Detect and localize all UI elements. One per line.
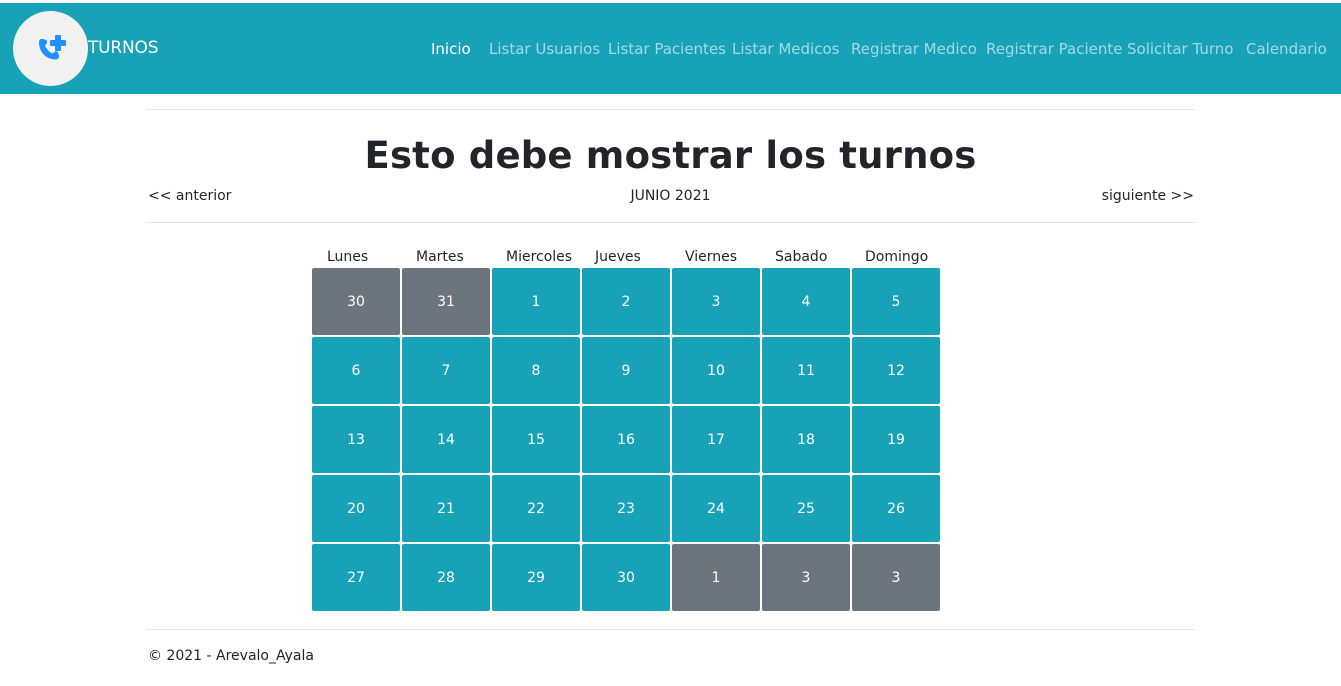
calendar-grid: 30 31 1 2 3 4 5 6 7 8 9 10 11 12 13 14 15 16 17 18 19 20 21 22 2… (312, 268, 940, 611)
nav-solicitar-turno[interactable]: Solicitar Turno (1127, 40, 1233, 58)
divider (146, 109, 1195, 110)
calendar-day-cell[interactable]: 22 (492, 475, 580, 542)
calendar-day-cell[interactable]: 9 (582, 337, 670, 404)
weekday-jueves: Jueves (595, 249, 641, 265)
weekday-lunes: Lunes (327, 249, 369, 265)
calendar-day-cell[interactable]: 16 (582, 406, 670, 473)
calendar-day-cell[interactable]: 8 (492, 337, 580, 404)
calendar-day-cell[interactable]: 11 (762, 337, 850, 404)
divider (146, 222, 1195, 223)
brand-title[interactable]: TURNOS (88, 38, 159, 58)
navbar: TURNOS Inicio Listar Usuarios Listar Pac… (0, 3, 1341, 94)
phone-medical-icon (39, 35, 66, 60)
calendar-day-cell[interactable]: 17 (672, 406, 760, 473)
nav-calendario[interactable]: Calendario (1246, 40, 1327, 58)
calendar-day-cell[interactable]: 19 (852, 406, 940, 473)
calendar-day-cell[interactable]: 23 (582, 475, 670, 542)
calendar-day-cell[interactable]: 27 (312, 544, 400, 611)
calendar-day-cell[interactable]: 30 (582, 544, 670, 611)
nav-registrar-medico[interactable]: Registrar Medico (851, 40, 977, 58)
calendar-day-cell[interactable]: 25 (762, 475, 850, 542)
nav-inicio[interactable]: Inicio (431, 40, 471, 58)
nav-listar-usuarios[interactable]: Listar Usuarios (489, 40, 600, 58)
calendar-day-cell[interactable]: 6 (312, 337, 400, 404)
next-month-link[interactable]: siguiente >> (1102, 188, 1194, 204)
calendar-day-cell[interactable]: 1 (672, 544, 760, 611)
calendar-day-cell[interactable]: 12 (852, 337, 940, 404)
calendar-day-cell[interactable]: 5 (852, 268, 940, 335)
nav-listar-medicos[interactable]: Listar Medicos (732, 40, 839, 58)
calendar-day-cell[interactable]: 2 (582, 268, 670, 335)
nav-registrar-paciente[interactable]: Registrar Paciente (986, 40, 1122, 58)
calendar-day-cell[interactable]: 29 (492, 544, 580, 611)
calendar-day-cell[interactable]: 13 (312, 406, 400, 473)
weekday-miercoles: Miercoles (506, 249, 573, 265)
footer-divider (146, 629, 1195, 630)
calendar-day-cell[interactable]: 28 (402, 544, 490, 611)
previous-month-link[interactable]: << anterior (148, 188, 231, 204)
calendar-day-cell[interactable]: 7 (402, 337, 490, 404)
calendar-day-cell[interactable]: 3 (762, 544, 850, 611)
weekday-viernes: Viernes (685, 249, 738, 265)
calendar-day-cell[interactable]: 20 (312, 475, 400, 542)
footer-text: © 2021 - Arevalo_Ayala (148, 648, 314, 664)
weekday-domingo: Domingo (865, 249, 929, 265)
calendar-day-cell[interactable]: 10 (672, 337, 760, 404)
calendar-day-cell[interactable]: 30 (312, 268, 400, 335)
calendar-day-cell[interactable]: 4 (762, 268, 850, 335)
nav-listar-pacientes[interactable]: Listar Pacientes (608, 40, 726, 58)
logo[interactable] (13, 11, 88, 86)
calendar-day-cell[interactable]: 24 (672, 475, 760, 542)
calendar-day-cell[interactable]: 14 (402, 406, 490, 473)
month-label: JUNIO 2021 (630, 188, 711, 204)
calendar-day-cell[interactable]: 15 (492, 406, 580, 473)
calendar-day-cell[interactable]: 1 (492, 268, 580, 335)
page-title: Esto debe mostrar los turnos (364, 134, 977, 177)
weekday-sabado: Sabado (775, 249, 828, 265)
calendar-day-cell[interactable]: 3 (852, 544, 940, 611)
month-label-row: JUNIO 2021 (146, 188, 1195, 204)
weekday-martes: Martes (416, 249, 464, 265)
calendar-day-cell[interactable]: 3 (672, 268, 760, 335)
calendar-day-cell[interactable]: 31 (402, 268, 490, 335)
calendar-day-cell[interactable]: 21 (402, 475, 490, 542)
calendar-day-cell[interactable]: 18 (762, 406, 850, 473)
calendar-day-cell[interactable]: 26 (852, 475, 940, 542)
